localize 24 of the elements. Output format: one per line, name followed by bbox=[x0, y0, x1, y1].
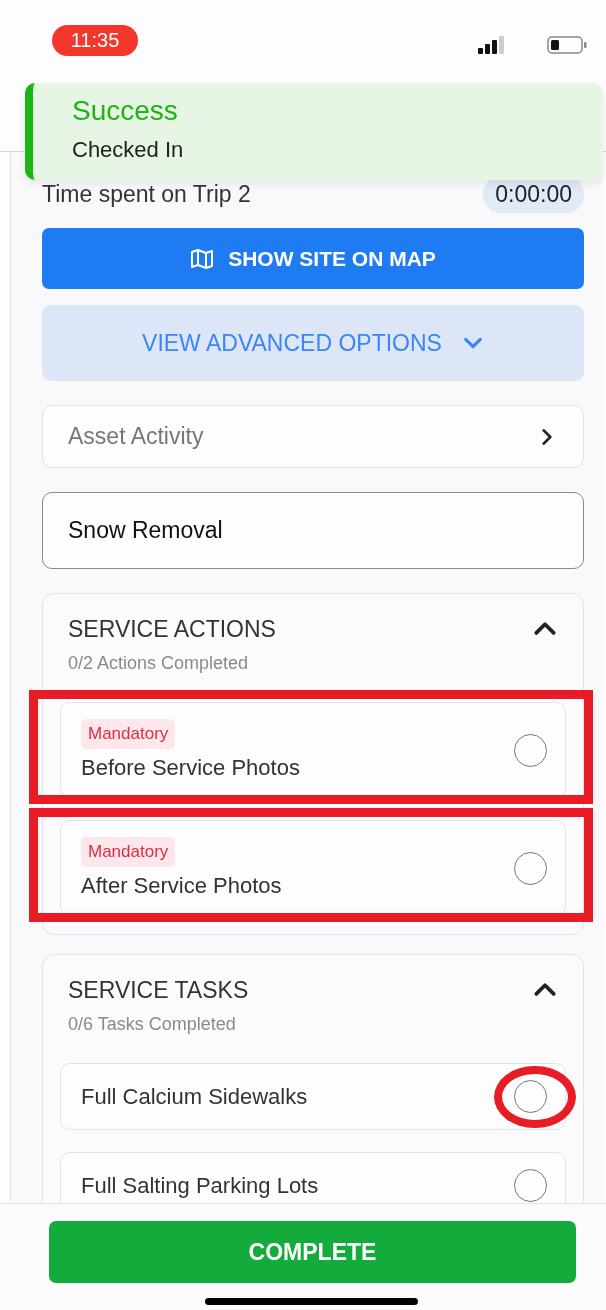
toast-title: Success bbox=[72, 95, 178, 127]
trip-time-label: Time spent on Trip 2 bbox=[42, 180, 251, 208]
item-label: Full Salting Parking Lots bbox=[81, 1172, 319, 1199]
progress-text: 0/6 Tasks Completed bbox=[68, 1014, 237, 1035]
map-icon bbox=[190, 247, 215, 270]
show-map-button[interactable]: SHOW SITE ON MAP bbox=[42, 228, 584, 289]
service-type-field[interactable]: Snow Removal bbox=[42, 492, 584, 569]
clock-time: 11:35 bbox=[52, 25, 138, 56]
item-label: Full Calcium Sidewalks bbox=[81, 1083, 308, 1110]
mandatory-tag: Mandatory bbox=[81, 837, 176, 867]
signal-icon bbox=[478, 36, 506, 54]
battery-icon bbox=[547, 36, 587, 54]
checklist-item[interactable]: Mandatory After Service Photos bbox=[60, 820, 566, 916]
item-label: Before Service Photos bbox=[81, 755, 300, 781]
checklist-item[interactable]: Mandatory Before Service Photos bbox=[60, 702, 566, 798]
asset-activity-row[interactable]: Asset Activity bbox=[42, 405, 584, 468]
item-label: After Service Photos bbox=[81, 873, 282, 899]
toast-message: Checked In bbox=[72, 137, 184, 163]
progress-text: 0/2 Actions Completed bbox=[68, 653, 250, 674]
checklist-item[interactable]: Full Calcium Sidewalks bbox=[60, 1063, 566, 1130]
mandatory-tag: Mandatory bbox=[81, 719, 176, 749]
section-title: SERVICE TASKS bbox=[68, 977, 249, 1004]
checklist-item[interactable]: Full Salting Parking Lots bbox=[60, 1152, 566, 1203]
section-title: SERVICE ACTIONS bbox=[68, 616, 276, 643]
